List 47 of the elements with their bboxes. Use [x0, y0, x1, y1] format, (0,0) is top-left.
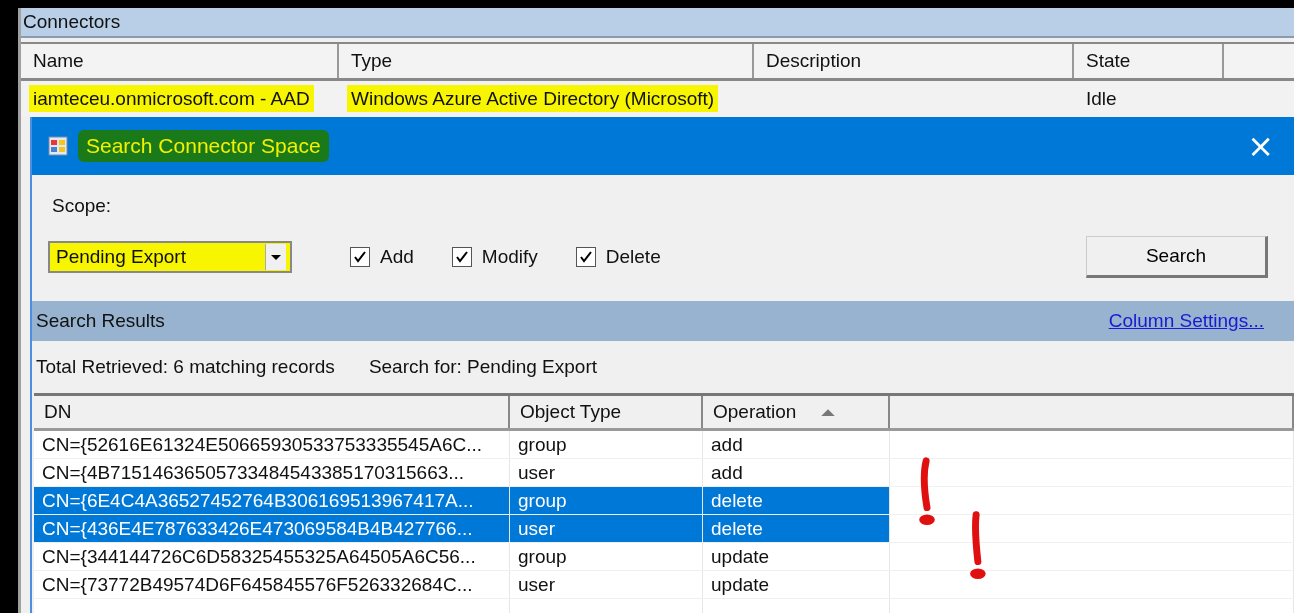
column-header[interactable]: DN — [34, 396, 510, 428]
column-header[interactable]: Type — [339, 44, 754, 78]
scope-dropdown[interactable]: Pending Export — [48, 241, 292, 273]
table-cell[interactable]: update — [703, 571, 890, 598]
table-cell[interactable]: update — [703, 543, 890, 570]
column-header[interactable]: Name — [21, 44, 339, 78]
checkbox-label: Delete — [605, 246, 661, 268]
panel-title: Connectors — [23, 11, 121, 33]
table-cell-text: Idle — [1085, 87, 1118, 111]
table-cell[interactable]: CN={52616E61324E50665930533753335545A6C... — [34, 431, 510, 458]
search-button[interactable]: Search — [1086, 236, 1268, 278]
dialog-title: Search Connector Space — [78, 130, 329, 162]
search-for-text: Search for: Pending Export — [368, 356, 597, 378]
table-cell: Windows Azure Active Directory (Microsoft) — [347, 85, 719, 112]
scope-label: Scope: — [51, 195, 113, 218]
sort-ascending-icon — [820, 407, 837, 417]
table-cell[interactable]: user — [510, 515, 703, 542]
table-cell[interactable]: user — [510, 571, 703, 598]
total-retrieved-text: Total Retrieved: 6 matching records — [36, 356, 335, 378]
table-cell[interactable]: CN={73772B49574D6F645845576F526332684C... — [34, 571, 510, 598]
table-cell[interactable]: group — [510, 431, 703, 458]
checkbox-label: Add — [380, 246, 414, 268]
close-button[interactable]: × — [1239, 130, 1282, 162]
results-title: Search Results — [36, 310, 165, 332]
checkbox-label: Modify — [481, 246, 538, 268]
caret-icon — [265, 244, 286, 270]
table-cell[interactable]: add — [703, 431, 890, 458]
table-cell[interactable]: delete — [703, 487, 890, 514]
column-settings-link[interactable]: Column Settings... — [1108, 310, 1264, 332]
table-cell[interactable]: add — [703, 459, 890, 486]
table-cell[interactable]: CN={344144726C6D58325455325A64505A6C56... — [34, 543, 510, 570]
table-cell[interactable]: user — [510, 459, 703, 486]
table-cell[interactable]: group — [510, 487, 703, 514]
column-header[interactable]: Description — [754, 44, 1074, 78]
table-cell[interactable]: group — [510, 543, 703, 570]
column-header[interactable]: State — [1074, 44, 1224, 78]
table-cell[interactable]: CN={436E4E787633426E473069584B4B427766... — [34, 515, 510, 542]
table-cell[interactable]: CN={6E4C4A36527452764B306169513967417A... — [34, 487, 510, 514]
column-header[interactable]: Operation — [703, 396, 890, 428]
app-icon — [48, 136, 68, 156]
table-cell[interactable]: CN={4B71514636505733484543385170315663... — [34, 459, 510, 486]
checkbox[interactable] — [575, 247, 596, 267]
column-header[interactable]: Object Type — [510, 396, 703, 428]
table-cell: iamteceu.onmicrosoft.com - AAD — [29, 85, 314, 112]
checkbox[interactable] — [451, 247, 472, 267]
table-cell[interactable]: delete — [703, 515, 890, 542]
checkbox[interactable] — [350, 247, 370, 267]
